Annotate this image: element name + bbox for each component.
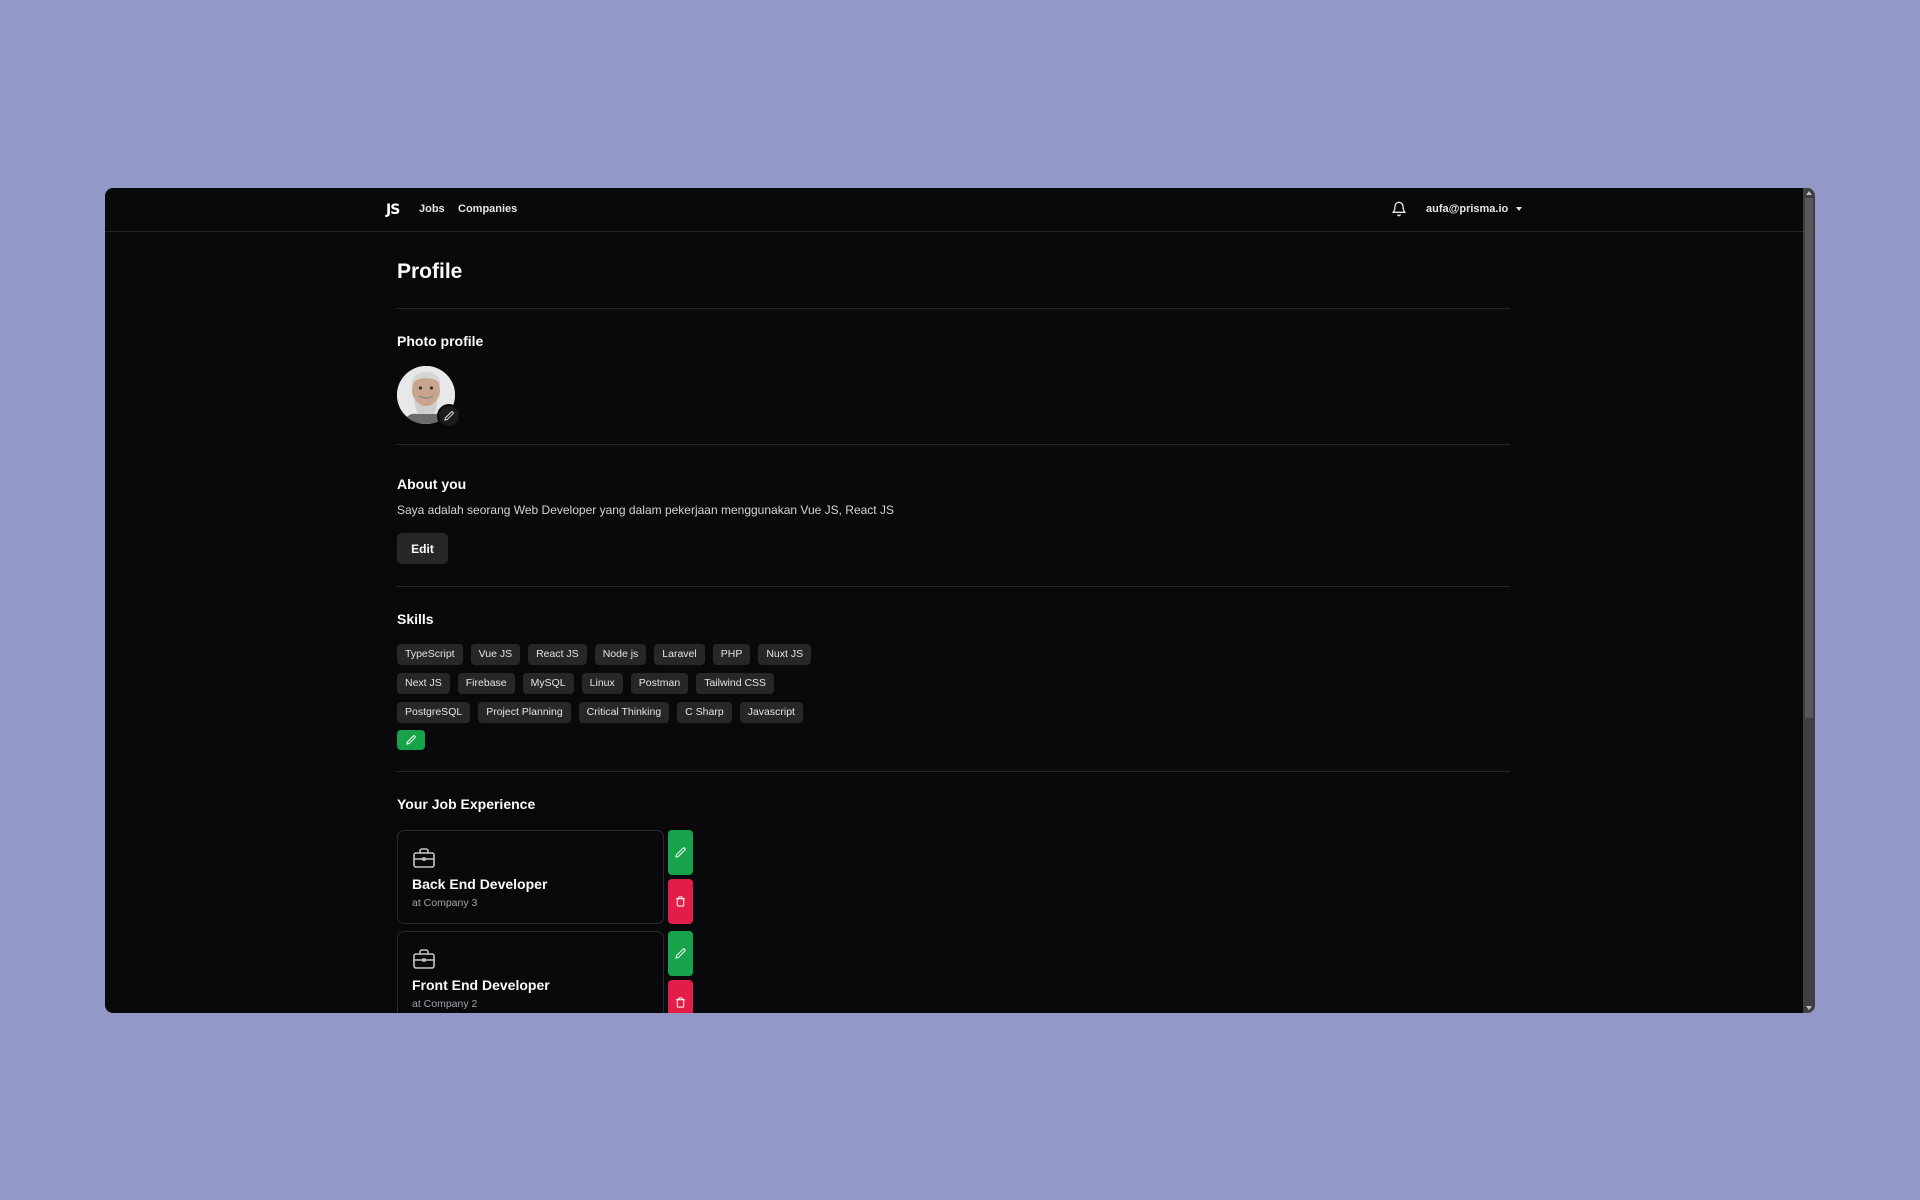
skill-chip: PostgreSQL [397, 702, 471, 723]
trash-icon [675, 896, 686, 907]
skill-chip: Node js [594, 644, 647, 665]
scrollbar-thumb[interactable] [1805, 198, 1813, 718]
divider [397, 308, 1510, 309]
edit-about-button[interactable]: Edit [397, 533, 448, 564]
edit-job-button[interactable] [668, 830, 693, 875]
job-company: at Company 2 [412, 998, 478, 1010]
skill-row: Next JS Firebase MySQL Linux Postman Tai… [397, 673, 897, 694]
skill-chip: Javascript [739, 702, 803, 723]
nav-jobs-link[interactable]: Jobs [419, 203, 445, 215]
about-heading: About you [397, 476, 467, 492]
job-title: Back End Developer [412, 876, 548, 892]
skill-chip: Next JS [397, 673, 450, 694]
skill-chip: Critical Thinking [578, 702, 670, 723]
skill-chip: React JS [528, 644, 587, 665]
job-company: at Company 3 [412, 897, 478, 909]
trash-icon [675, 997, 686, 1008]
pencil-icon [444, 411, 454, 421]
skill-chip: TypeScript [397, 644, 463, 665]
pencil-icon [675, 948, 686, 959]
skills-list: TypeScript Vue JS React JS Node js Larav… [397, 644, 897, 731]
vertical-scrollbar[interactable] [1803, 188, 1815, 1013]
about-text: Saya adalah seorang Web Developer yang d… [397, 503, 894, 517]
delete-job-button[interactable] [668, 879, 693, 924]
skill-chip: Firebase [457, 673, 515, 694]
app-window: JS Jobs Companies aufa@prisma.io Profile… [105, 188, 1815, 1013]
skill-row: TypeScript Vue JS React JS Node js Larav… [397, 644, 897, 665]
chevron-down-icon [1516, 207, 1523, 211]
job-experience-heading: Your Job Experience [397, 796, 536, 812]
divider [397, 444, 1510, 445]
edit-job-button[interactable] [668, 931, 693, 976]
skill-chip: PHP [712, 644, 751, 665]
edit-photo-button[interactable] [437, 404, 461, 428]
pencil-icon [406, 735, 416, 745]
divider [397, 586, 1510, 587]
job-title: Front End Developer [412, 977, 550, 993]
bell-icon[interactable] [1391, 201, 1407, 217]
user-menu-dropdown[interactable]: aufa@prisma.io [1426, 203, 1523, 215]
pencil-icon [675, 847, 686, 858]
edit-skills-button[interactable] [397, 730, 425, 750]
skill-row: PostgreSQL Project Planning Critical Thi… [397, 702, 897, 723]
skill-chip: Vue JS [470, 644, 521, 665]
skill-chip: Laravel [654, 644, 705, 665]
page-title: Profile [397, 260, 463, 283]
skill-chip: Tailwind CSS [696, 673, 775, 694]
user-email: aufa@prisma.io [1426, 203, 1509, 215]
job-card: Front End Developer at Company 2 [397, 931, 664, 1013]
divider [397, 771, 1510, 772]
briefcase-icon [413, 949, 435, 969]
skill-chip: MySQL [522, 673, 574, 694]
skill-chip: Linux [581, 673, 623, 694]
skill-chip: Nuxt JS [758, 644, 812, 665]
scroll-down-icon[interactable] [1806, 1006, 1812, 1010]
delete-job-button[interactable] [668, 980, 693, 1013]
skill-chip: Project Planning [478, 702, 571, 723]
skill-chip: C Sharp [677, 702, 732, 723]
nav-companies-link[interactable]: Companies [458, 203, 517, 215]
skills-heading: Skills [397, 611, 434, 627]
job-card: Back End Developer at Company 3 [397, 830, 664, 924]
scroll-up-icon[interactable] [1806, 191, 1812, 195]
logo[interactable]: JS [386, 202, 400, 218]
photo-profile-heading: Photo profile [397, 333, 484, 349]
top-navbar: JS Jobs Companies aufa@prisma.io [105, 188, 1803, 232]
skill-chip: Postman [630, 673, 689, 694]
briefcase-icon [413, 848, 435, 868]
